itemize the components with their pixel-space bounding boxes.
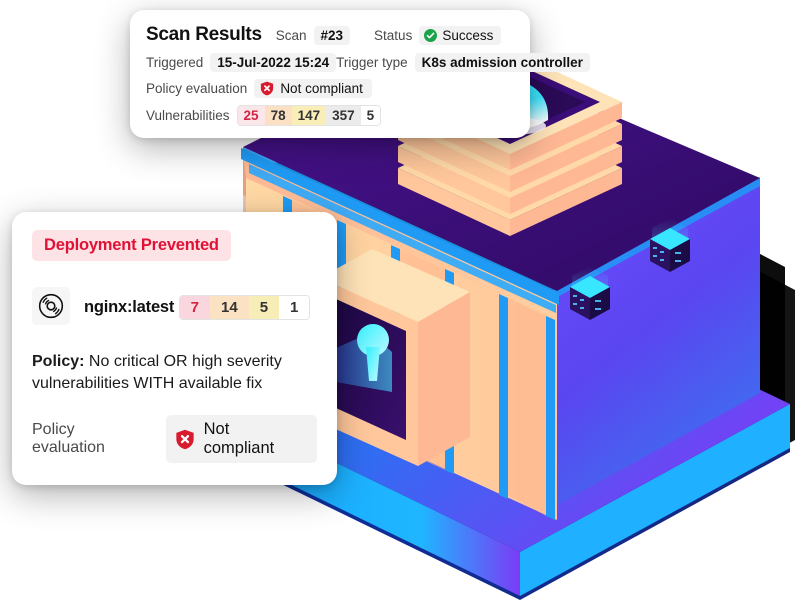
roof-server-rack-front (570, 266, 610, 320)
policy-description: Policy: No critical OR high severity vul… (32, 351, 312, 395)
deployment-status-badge: Deployment Prevented (32, 230, 231, 261)
severity-count-medium: 147 (291, 106, 327, 125)
policy-evaluation-badge: Not compliant (254, 79, 372, 98)
scan-number: #23 (313, 25, 351, 45)
trigger-type-label: Trigger type (336, 55, 408, 70)
image-severity-strip: 7 14 5 1 (178, 295, 311, 320)
image-severity-count-low: 1 (279, 296, 310, 319)
triggered-row: Triggered 15-Jul-2022 15:24 Trigger type… (146, 53, 590, 72)
keyhole-icon (357, 324, 389, 381)
policy-evaluation-row: Policy evaluation Not compliant (146, 79, 514, 98)
image-name: nginx:latest (84, 298, 175, 316)
status-badge: Success (419, 25, 502, 45)
policy-evaluation-label: Policy evaluation (146, 81, 248, 96)
severity-count-low: 357 (326, 106, 361, 125)
shield-x-icon (260, 81, 274, 96)
vulnerabilities-row: Vulnerabilities 25 78 147 357 5 (146, 105, 514, 126)
policy-prefix: Policy: (32, 353, 85, 370)
scan-label: Scan (275, 27, 307, 43)
image-severity-count-critical: 7 (179, 296, 210, 319)
status-label: Status (374, 27, 413, 43)
shield-x-icon (175, 429, 195, 450)
deploy-policy-evaluation-badge: Not compliant (165, 415, 317, 464)
image-severity-count-medium: 5 (248, 296, 280, 319)
policy-evaluation-value: Not compliant (280, 81, 363, 96)
container-disc-icon (32, 287, 70, 325)
triggered-label: Triggered (146, 55, 204, 70)
severity-count-critical: 25 (237, 106, 265, 125)
scan-results-card: Scan Results Scan #23 Status Success Tri… (130, 10, 590, 138)
scan-header-row: Scan Results Scan #23 Status Success (146, 24, 514, 46)
status-value: Success (442, 27, 494, 43)
deployment-prevented-card: Deployment Prevented nginx:latest 7 14 5 1 … (12, 212, 337, 486)
check-circle-icon (424, 28, 438, 42)
vulnerabilities-label: Vulnerabilities (146, 108, 230, 123)
deploy-policy-evaluation-label: Policy evaluation (32, 421, 105, 457)
vault-door (320, 249, 470, 466)
image-severity-count-high: 14 (210, 296, 249, 319)
roof-server-rack-back (650, 218, 690, 272)
deploy-policy-evaluation-value: Not compliant (203, 420, 275, 458)
trigger-type-value: K8s admission controller (414, 53, 590, 72)
vulnerability-severity-strip: 25 78 147 357 5 (236, 105, 382, 126)
severity-count-negligible: 5 (360, 106, 381, 125)
page-title: Scan Results (146, 24, 262, 45)
deploy-policy-evaluation-row: Policy evaluation Not compliant (32, 415, 317, 464)
severity-count-high: 78 (264, 106, 292, 125)
triggered-value: 15-Jul-2022 15:24 (210, 53, 337, 72)
image-summary-row: nginx:latest 7 14 5 1 (32, 287, 317, 325)
